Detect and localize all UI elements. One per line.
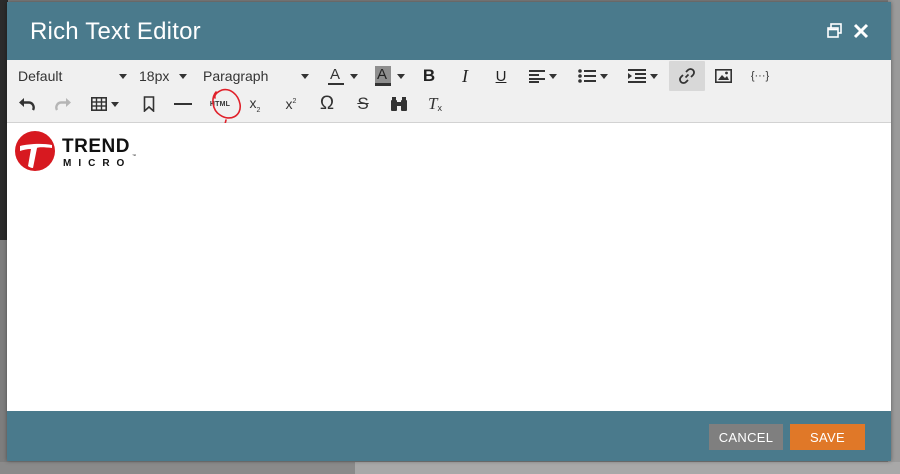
table-dropdown[interactable]: [87, 91, 123, 117]
dialog-title: Rich Text Editor: [30, 18, 201, 45]
align-left-icon: [529, 70, 545, 83]
table-icon: [91, 97, 107, 111]
chevron-down-icon: [179, 73, 187, 79]
superscript-button[interactable]: x2: [279, 91, 303, 117]
bullet-list-icon: [578, 69, 596, 83]
horizontal-line-icon: [174, 103, 192, 105]
font-size-dropdown[interactable]: 18px: [139, 63, 187, 89]
chevron-down-icon: [301, 73, 309, 79]
italic-icon: I: [462, 65, 468, 86]
redo-button[interactable]: [49, 91, 77, 117]
chevron-down-icon: [549, 73, 557, 79]
align-dropdown[interactable]: [525, 63, 561, 89]
logo-trademark: ™: [132, 153, 136, 158]
horizontal-rule-button[interactable]: [171, 91, 195, 117]
background-color-button[interactable]: A: [371, 63, 409, 89]
bookmark-icon: [143, 96, 155, 112]
dialog-footer: CANCEL SAVE: [7, 411, 891, 461]
background-color-icon: A: [375, 66, 391, 86]
chevron-down-icon: [119, 73, 127, 79]
insert-link-button[interactable]: [669, 61, 705, 91]
omega-icon: Ω: [319, 93, 335, 114]
image-icon: [714, 69, 732, 83]
strikethrough-button[interactable]: S: [351, 91, 375, 117]
font-size-value: 18px: [139, 68, 170, 84]
undo-button[interactable]: [13, 91, 41, 117]
code-braces-icon: {···}: [750, 70, 770, 82]
text-color-button[interactable]: A: [325, 63, 361, 89]
special-character-button[interactable]: Ω: [315, 91, 339, 117]
chevron-down-icon: [111, 101, 119, 107]
trend-micro-logo: TREND MICRO ™: [14, 130, 139, 177]
clear-formatting-button[interactable]: Tx: [423, 91, 447, 117]
chevron-down-icon: [350, 73, 358, 79]
editor-toolbar: Default 18px Paragraph A A B I U {···} H…: [7, 60, 891, 132]
font-family-value: Default: [18, 68, 63, 84]
clear-format-icon: Tx: [428, 94, 442, 113]
superscript-icon: x2: [285, 96, 297, 112]
save-button[interactable]: SAVE: [790, 424, 865, 450]
text-color-icon: A: [328, 66, 344, 86]
background-page-bottom-right: [355, 462, 900, 474]
indent-icon: [628, 69, 646, 83]
restore-window-icon: [827, 23, 842, 38]
find-replace-button[interactable]: [387, 91, 411, 117]
logo-text-micro: MICRO: [63, 158, 131, 169]
logo-text-trend: TREND: [62, 136, 130, 157]
close-icon: [853, 23, 869, 39]
editor-content-area[interactable]: TREND MICRO ™: [7, 123, 891, 411]
italic-button[interactable]: I: [453, 63, 477, 89]
redo-icon: [55, 98, 71, 111]
bookmark-button[interactable]: [137, 91, 161, 117]
rich-text-editor-dialog: Rich Text Editor Default 18px Paragraph …: [7, 2, 891, 461]
chevron-down-icon: [600, 73, 608, 79]
binoculars-icon: [391, 97, 407, 111]
close-button[interactable]: [852, 22, 870, 40]
underline-icon: U: [495, 67, 507, 85]
chevron-down-icon: [397, 73, 405, 79]
block-format-value: Paragraph: [203, 68, 269, 84]
indent-dropdown[interactable]: [625, 63, 661, 89]
bullet-list-dropdown[interactable]: [575, 63, 611, 89]
subscript-icon: x2: [249, 94, 261, 114]
link-icon: [679, 68, 695, 84]
dialog-titlebar: Rich Text Editor: [7, 2, 891, 60]
insert-image-button[interactable]: [711, 63, 735, 89]
font-family-dropdown[interactable]: Default: [13, 63, 129, 89]
underline-button[interactable]: U: [489, 63, 513, 89]
trend-micro-logo-graphic: TREND MICRO ™: [15, 131, 136, 171]
strikethrough-icon: S: [357, 94, 369, 113]
cancel-button[interactable]: CANCEL: [709, 424, 783, 450]
bold-icon: B: [422, 66, 436, 85]
chevron-down-icon: [650, 73, 658, 79]
maximize-button[interactable]: [826, 22, 844, 40]
bold-button[interactable]: B: [417, 63, 441, 89]
undo-icon: [19, 98, 35, 111]
source-code-button[interactable]: {···}: [745, 63, 775, 89]
